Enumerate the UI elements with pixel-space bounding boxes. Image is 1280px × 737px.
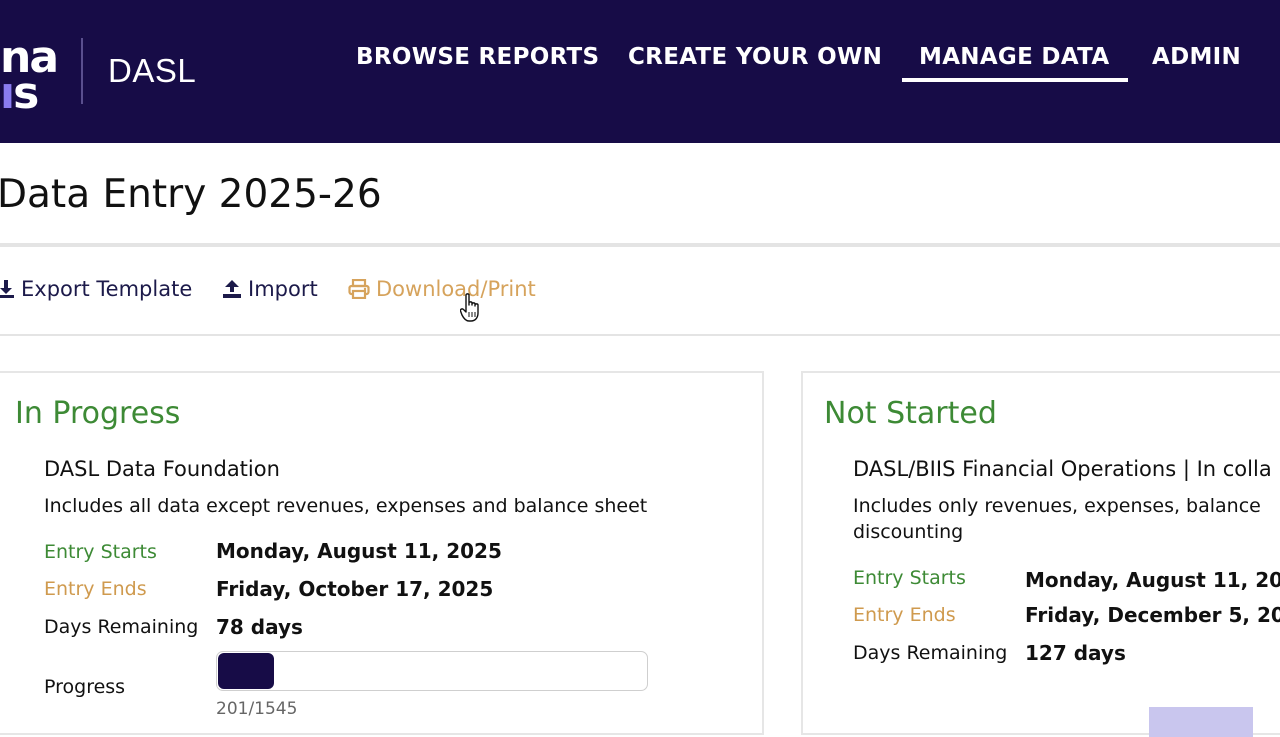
page-title: Data Entry 2025-26 <box>0 172 382 217</box>
nav-manage-data[interactable]: MANAGE DATA <box>901 44 1129 82</box>
collection-name[interactable]: DASL Data Foundation <box>44 457 280 481</box>
entry-ends-label: Entry Ends <box>44 578 147 600</box>
import-button[interactable]: Import <box>222 277 318 307</box>
logo-letter: s <box>13 68 39 119</box>
export-template-button[interactable]: Export Template <box>0 277 192 307</box>
nav-admin[interactable]: ADMIN <box>1152 44 1241 80</box>
upload-icon <box>223 280 241 298</box>
printer-icon <box>348 278 370 300</box>
logo-text-bottom: ıs <box>0 72 39 116</box>
days-remaining-value: 127 days <box>1025 641 1126 665</box>
collection-card-financial-operations: Not Started DASL/BIIS Financial Operatio… <box>801 371 1280 737</box>
status-heading: Not Started <box>824 396 997 431</box>
progress-label: Progress <box>44 676 126 698</box>
product-name[interactable]: DASL <box>108 52 196 90</box>
entry-starts-value: Monday, August 11, 2025 <box>1025 568 1280 592</box>
entry-ends-label: Entry Ends <box>853 604 956 626</box>
collection-description: Includes only revenues, expenses, balanc… <box>853 495 1261 543</box>
collection-name[interactable]: DASL/BIIS Financial Operations | In coll… <box>853 457 1272 481</box>
entry-ends-value: Friday, October 17, 2025 <box>216 577 494 601</box>
brand-logo[interactable]: na ıs <box>0 34 66 116</box>
start-entry-button[interactable] <box>1149 707 1253 737</box>
collection-description: Includes all data except revenues, expen… <box>44 495 648 517</box>
progress-count: 201/1545 <box>216 699 298 719</box>
days-remaining-label: Days Remaining <box>44 616 199 638</box>
download-print-button[interactable]: Download/Print <box>348 277 536 307</box>
nav-browse-reports[interactable]: BROWSE REPORTS <box>356 44 599 80</box>
progress-bar <box>216 651 648 691</box>
title-divider <box>0 243 1280 247</box>
logo-accent: ı <box>0 68 15 119</box>
days-remaining-label: Days Remaining <box>853 642 1008 664</box>
hand-pointer-cursor-icon <box>460 293 479 322</box>
entry-ends-value: Friday, December 5, 20 <box>1025 603 1280 627</box>
entry-starts-label: Entry Starts <box>853 567 966 589</box>
entry-starts-label: Entry Starts <box>44 541 157 563</box>
import-label: Import <box>248 277 318 301</box>
status-heading: In Progress <box>15 396 181 431</box>
download-print-label: Download/Print <box>376 277 536 301</box>
export-template-label: Export Template <box>21 277 193 301</box>
entry-starts-value: Monday, August 11, 2025 <box>216 539 502 563</box>
collection-card-data-foundation: In Progress DASL Data Foundation Include… <box>0 371 764 735</box>
top-nav-bar: na ıs DASL BROWSE REPORTS CREATE YOUR OW… <box>0 0 1280 143</box>
days-remaining-value: 78 days <box>216 615 303 639</box>
logo-divider <box>81 38 83 104</box>
download-icon <box>0 280 14 298</box>
toolbar-divider <box>0 334 1280 336</box>
progress-bar-fill <box>218 653 274 689</box>
nav-create-your-own[interactable]: CREATE YOUR OWN <box>628 44 882 80</box>
